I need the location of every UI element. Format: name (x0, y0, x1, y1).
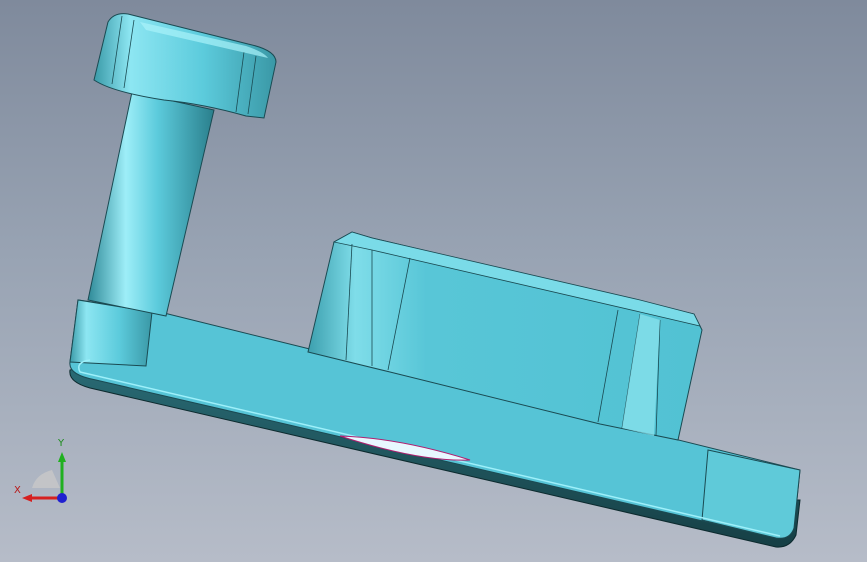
post-cylinder[interactable] (87, 91, 215, 317)
y-axis-label: Y (58, 438, 65, 449)
3d-model-view[interactable] (0, 0, 867, 562)
x-axis-label: X (14, 485, 21, 496)
axis-triad: Y X (12, 438, 76, 510)
z-axis-dot (57, 493, 67, 503)
cad-viewport[interactable]: Y X (0, 0, 867, 562)
post-cap[interactable] (93, 13, 277, 119)
